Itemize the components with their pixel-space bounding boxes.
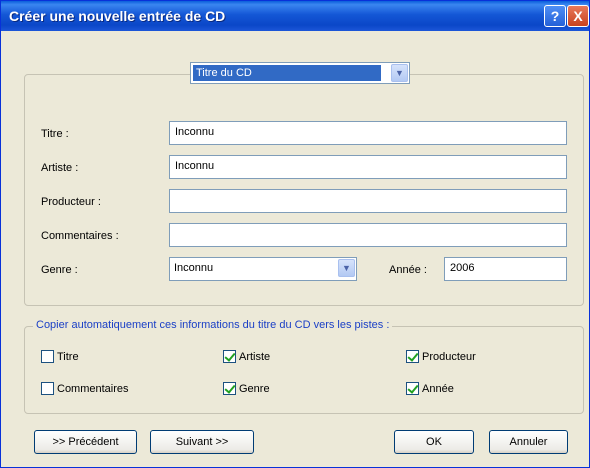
checkbox-icon[interactable] — [41, 382, 54, 395]
commentaires-field[interactable] — [169, 223, 567, 247]
artiste-field[interactable]: Inconnu — [169, 155, 567, 179]
producteur-field[interactable] — [169, 189, 567, 213]
checkbox-checked-icon[interactable] — [406, 382, 419, 395]
checkbox-label: Commentaires — [57, 383, 129, 395]
next-button[interactable]: Suivant >> — [150, 430, 254, 454]
field-selector-dropdown[interactable]: Titre du CD ▼ — [190, 62, 410, 84]
genre-label: Genre : — [41, 264, 78, 276]
dialog-window: Créer une nouvelle entrée de CD ? X Titr… — [0, 0, 590, 468]
checkbox-checked-icon[interactable] — [406, 350, 419, 363]
annee-field[interactable]: 2006 — [444, 257, 567, 281]
copy-artiste-checkbox[interactable]: Artiste — [223, 350, 270, 363]
genre-value: Inconnu — [174, 262, 214, 274]
checkbox-label: Genre — [239, 383, 270, 395]
copy-commentaires-checkbox[interactable]: Commentaires — [41, 382, 129, 395]
artiste-label: Artiste : — [41, 162, 79, 174]
copy-genre-checkbox[interactable]: Genre — [223, 382, 270, 395]
checkbox-icon[interactable] — [41, 350, 54, 363]
window-title: Créer une nouvelle entrée de CD — [9, 8, 226, 24]
title-bar[interactable]: Créer une nouvelle entrée de CD ? X — [1, 1, 589, 31]
commentaires-label: Commentaires : — [41, 230, 119, 242]
producteur-label: Producteur : — [41, 196, 101, 208]
checkbox-checked-icon[interactable] — [223, 382, 236, 395]
checkbox-checked-icon[interactable] — [223, 350, 236, 363]
cancel-button[interactable]: Annuler — [489, 430, 568, 454]
close-button[interactable]: X — [567, 5, 589, 27]
checkbox-label: Titre — [57, 351, 79, 363]
chevron-down-icon[interactable]: ▼ — [338, 259, 355, 277]
copy-annee-checkbox[interactable]: Année — [406, 382, 454, 395]
checkbox-label: Artiste — [239, 351, 271, 363]
previous-button[interactable]: >> Précédent — [34, 430, 137, 454]
genre-dropdown[interactable]: Inconnu ▼ — [169, 257, 357, 281]
ok-button[interactable]: OK — [394, 430, 474, 454]
help-button[interactable]: ? — [544, 5, 566, 27]
field-selector-value: Titre du CD — [193, 65, 381, 81]
copy-titre-checkbox[interactable]: Titre — [41, 350, 79, 363]
checkbox-label: Producteur — [422, 351, 476, 363]
titre-field[interactable]: Inconnu — [169, 121, 567, 145]
checkbox-label: Année — [422, 383, 454, 395]
copy-options-legend: Copier automatiquement ces informations … — [33, 319, 393, 331]
titre-label: Titre : — [41, 128, 69, 140]
copy-producteur-checkbox[interactable]: Producteur — [406, 350, 476, 363]
chevron-down-icon[interactable]: ▼ — [391, 64, 408, 82]
copy-options-group — [24, 326, 584, 414]
annee-label: Année : — [389, 264, 427, 276]
